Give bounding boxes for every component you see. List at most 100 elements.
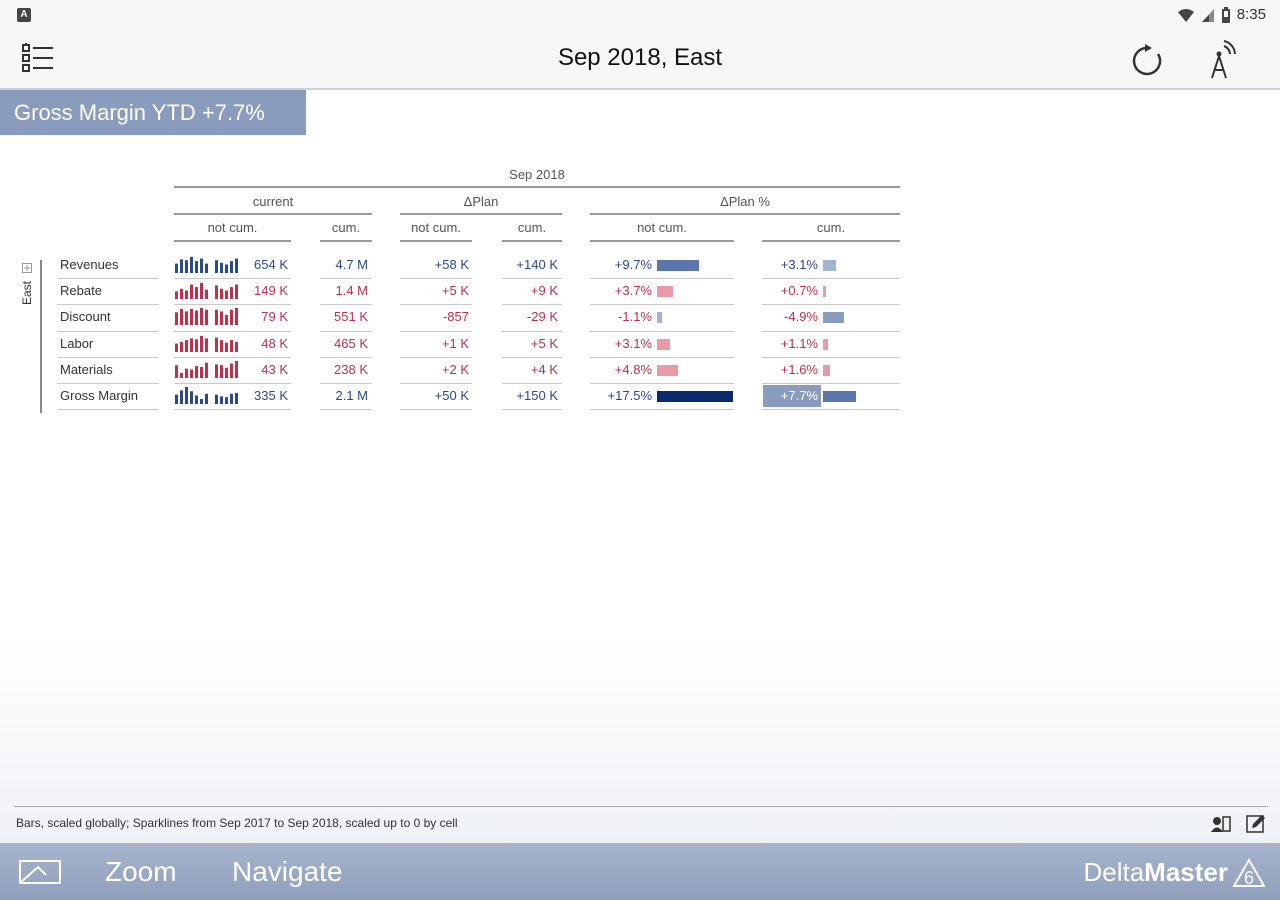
kpi-banner[interactable]: Gross Margin YTD +7.7%	[0, 90, 306, 135]
pct-cum-value: +3.1%	[780, 257, 818, 272]
row-rule	[57, 278, 159, 280]
value-cell: 79 K	[261, 309, 288, 325]
sparkline-bar	[200, 366, 203, 378]
pct-bar	[657, 286, 674, 298]
group-rule	[400, 213, 562, 215]
row-rule	[57, 304, 159, 306]
row-rule	[320, 330, 372, 332]
pct-cum-value: -4.9%	[784, 309, 818, 325]
subheader: not cum.	[207, 220, 258, 235]
pct-bar	[657, 312, 662, 324]
sparkline-bar	[225, 315, 228, 326]
sparkline-bar	[195, 395, 198, 404]
sparkline-bar	[215, 260, 218, 273]
subheader: cum.	[517, 220, 547, 235]
value-cell: 465 K	[334, 335, 368, 351]
sparkline-bar	[205, 362, 208, 378]
sparkline-bar	[205, 263, 208, 273]
sparkline-bar	[205, 289, 208, 300]
brand-bold: Master	[1144, 857, 1228, 887]
sparkline-bar	[190, 309, 193, 326]
expand-icon[interactable]	[22, 263, 32, 273]
value-cell: 2.1 M	[335, 388, 368, 403]
pct-cum-value: +1.6%	[780, 361, 818, 377]
row-label[interactable]: Revenues	[60, 257, 119, 272]
value-cell: 4.7 M	[335, 257, 368, 272]
pct-cum-bar	[823, 260, 837, 271]
sparkline-bar	[200, 335, 203, 352]
pct-value: +9.7%	[614, 257, 652, 272]
sparkline-bar	[190, 256, 193, 273]
sparkline-bar	[225, 367, 228, 378]
row-rule	[590, 383, 734, 384]
pct-value: -1.1%	[618, 309, 652, 325]
sparkline-bar	[225, 264, 228, 273]
row-rule	[57, 356, 159, 358]
subheader-rule	[174, 240, 291, 242]
refresh-icon[interactable]	[1128, 42, 1166, 80]
pct-cum-bar	[823, 391, 857, 402]
row-label[interactable]: Gross Margin	[60, 388, 138, 403]
sparkline-bar	[180, 288, 183, 300]
row-label[interactable]: Discount	[60, 309, 111, 324]
zoom-frame-icon[interactable]	[18, 857, 62, 887]
row-rule	[400, 409, 472, 411]
footer-rule	[14, 806, 1268, 807]
sparkline-bar	[195, 365, 198, 378]
pct-value: +17.5%	[607, 388, 652, 403]
sparkline-bar	[220, 339, 223, 352]
row-rule	[762, 278, 900, 280]
dimension-rule	[40, 260, 42, 413]
row-rule	[502, 278, 562, 280]
value-cell: 1.4 M	[335, 283, 368, 299]
pct-bar	[657, 391, 733, 402]
value-cell: 654 K	[254, 257, 288, 272]
row-label[interactable]: Rebate	[60, 283, 102, 298]
value-cell: +1 K	[441, 335, 469, 351]
period-rule	[174, 186, 900, 188]
user-note-icon[interactable]	[1210, 814, 1232, 834]
group-rule	[590, 213, 900, 215]
row-rule	[762, 409, 900, 411]
antenna-icon[interactable]	[1200, 40, 1238, 80]
sparkline-bar	[190, 337, 193, 352]
navigate-button[interactable]: Navigate	[232, 856, 343, 888]
sparkline-bar	[225, 290, 228, 300]
sparkline-bar	[220, 288, 223, 300]
value-cell: +58 K	[434, 257, 469, 272]
sparkline-bar	[185, 260, 188, 273]
subheader: cum.	[816, 220, 846, 235]
row-rule	[174, 409, 291, 411]
pct-cum-value: +1.1%	[780, 335, 818, 351]
sparkline-bar	[175, 312, 178, 326]
group-rule	[174, 213, 372, 215]
footer-background	[0, 640, 1280, 845]
sparkline-bar	[180, 372, 183, 378]
sparkline-bar	[175, 291, 178, 300]
value-cell: +140 K	[516, 257, 558, 272]
row-label[interactable]: Labor	[60, 336, 93, 351]
value-cell: 149 K	[254, 283, 288, 299]
row-rule	[502, 330, 562, 332]
footnote: Bars, scaled globally; Sparklines from S…	[16, 816, 458, 830]
sparkline-bar	[200, 283, 203, 300]
edit-icon[interactable]	[1245, 814, 1267, 834]
row-rule	[400, 330, 472, 332]
sparkline-bar	[190, 284, 193, 300]
zoom-button[interactable]: Zoom	[105, 856, 177, 888]
row-rule	[762, 356, 900, 358]
row-rule	[502, 356, 562, 358]
value-cell: -29 K	[526, 309, 558, 325]
pct-bar	[657, 364, 678, 376]
pct-value: +3.7%	[614, 283, 652, 299]
dimension-label: East	[20, 281, 34, 306]
row-rule	[762, 304, 900, 306]
value-cell: 48 K	[261, 335, 288, 351]
row-rule	[174, 356, 291, 358]
row-rule	[400, 278, 472, 280]
value-cell: +50 K	[434, 388, 469, 403]
row-label[interactable]: Materials	[60, 362, 113, 377]
row-rule	[57, 330, 159, 332]
sparkline-bar	[200, 308, 203, 326]
sparkline-bar	[180, 309, 183, 326]
